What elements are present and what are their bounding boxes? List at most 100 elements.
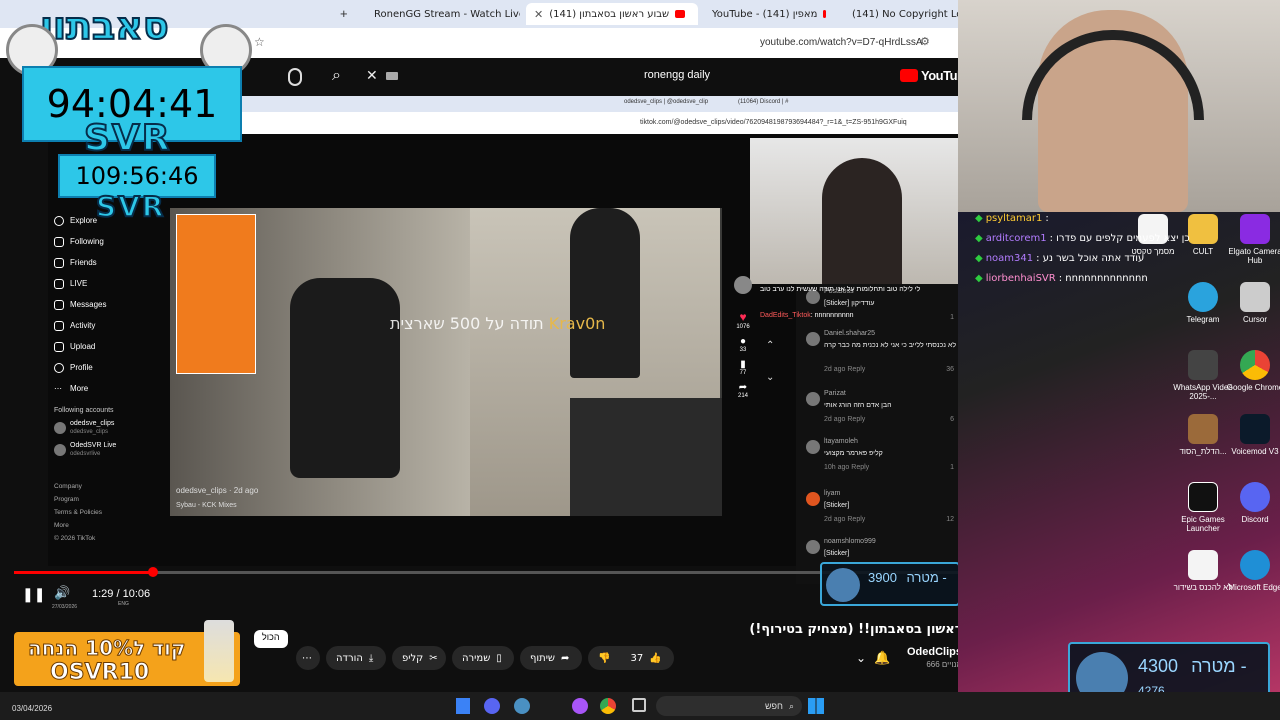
- tiktok-nav-upload[interactable]: Upload: [54, 336, 164, 357]
- messages-icon: [54, 299, 64, 310]
- desktop-icon-voicemod[interactable]: Voicemod V3: [1224, 414, 1280, 456]
- reply-button[interactable]: Reply: [851, 464, 869, 471]
- mic-icon[interactable]: [288, 68, 302, 86]
- friends-icon: [54, 257, 64, 268]
- svr-label: SVR: [83, 117, 172, 160]
- following-account[interactable]: odedsve_clips odedsve_clips: [54, 420, 164, 436]
- tiktok-action-column: ♥ 1076 ● 33 ▮ 77 ➦ 214: [728, 276, 758, 466]
- chrome-taskbar-icon[interactable]: [600, 698, 616, 714]
- discord-taskbar-icon[interactable]: [484, 698, 500, 714]
- tiktok-nav-friends[interactable]: Friends: [54, 252, 164, 273]
- volume-icon[interactable]: 🔊: [54, 585, 70, 601]
- tiktok-sidebar: Explore Following Friends LIVE Messages …: [54, 210, 164, 545]
- taskview-icon[interactable]: [632, 698, 646, 712]
- browser-tab-active[interactable]: ✕ שבוע ראשון בסאבתון (141): [526, 3, 698, 25]
- save-button[interactable]: שמירה ▯: [452, 646, 514, 670]
- channel-name[interactable]: OdedClips: [900, 646, 962, 658]
- tiktok-nav-following[interactable]: Following: [54, 231, 164, 252]
- tiktok-nav-live[interactable]: LIVE: [54, 273, 164, 294]
- avatar: [54, 422, 66, 434]
- like-icon[interactable]: ♥: [728, 310, 758, 324]
- share-icon[interactable]: ➦: [728, 382, 758, 393]
- desktop-icon-chrome[interactable]: Google Chrome: [1224, 350, 1280, 392]
- like-button[interactable]: 👎 37 👍: [588, 646, 674, 670]
- inner-chat-message: DadEdits_Tiktok: nnnnnnnnnn: [760, 312, 854, 319]
- mod-badge-icon: ◆: [975, 212, 983, 224]
- avatar: [806, 392, 820, 406]
- reply-button[interactable]: Reply: [847, 516, 865, 523]
- windows-start-icon[interactable]: [808, 698, 824, 714]
- clear-search-icon[interactable]: ✕: [366, 67, 378, 84]
- progress-played: [14, 571, 153, 574]
- dislike-icon[interactable]: 👎: [598, 653, 610, 664]
- steam-taskbar-icon[interactable]: [514, 698, 530, 714]
- mod-badge-icon: ◆: [975, 252, 983, 264]
- telegram-icon: [1188, 282, 1218, 312]
- bookmark-icon[interactable]: ▮: [728, 359, 758, 370]
- tiktok-nav-more[interactable]: ⋯ More: [54, 378, 164, 399]
- chevron-down-icon[interactable]: ⌄: [856, 651, 866, 665]
- goal-avatar: [826, 568, 860, 602]
- comment-item: Parizat הבן אדם הזה הורג אותי 2d ago Rep…: [796, 390, 968, 434]
- url-text[interactable]: youtube.com/watch?v=D7-qHrdLssA: [760, 37, 923, 48]
- reply-button[interactable]: Reply: [847, 416, 865, 423]
- like-icon: 👍: [649, 652, 662, 664]
- discord-icon: [1240, 482, 1270, 512]
- inner-lang: ENG: [118, 601, 129, 607]
- inner-webcam: [750, 138, 958, 284]
- scroll-up-icon[interactable]: ⌃: [766, 340, 774, 351]
- following-accounts-title: Following accounts: [54, 407, 114, 414]
- files-taskbar-icon[interactable]: [456, 698, 470, 714]
- person-shape: [570, 208, 640, 378]
- creator-avatar[interactable]: [734, 276, 752, 294]
- tiktok-nav-profile[interactable]: Profile: [54, 357, 164, 378]
- taskbar-search[interactable]: חפש ⌕: [656, 696, 802, 716]
- desktop-icon-edge[interactable]: Microsoft Edge: [1224, 550, 1280, 592]
- desktop-icon-cursor[interactable]: Cursor: [1224, 282, 1280, 324]
- browser-tab[interactable]: YouTube - מאפין (141): [704, 3, 834, 25]
- more-actions-button[interactable]: ⋯: [296, 646, 320, 670]
- image-file-icon: [1188, 414, 1218, 444]
- clip-button[interactable]: קליפ ✂: [392, 646, 446, 670]
- download-button[interactable]: הורדה ⤓: [326, 646, 386, 670]
- comment-item: liyam [Sticker] 2d ago Reply 12: [796, 490, 968, 534]
- avatar: [806, 440, 820, 454]
- promo-banner: קוד ל10% הנחה OSVR10: [14, 620, 240, 686]
- avatar: [54, 444, 66, 456]
- bookmark-icon: ▯: [496, 652, 502, 664]
- share-icon: ➦: [561, 652, 570, 664]
- progress-scrubber[interactable]: [148, 567, 158, 577]
- comment-item: Daniel.shahar25 אחי כולה היום לא נכנסתי …: [796, 330, 968, 374]
- share-button[interactable]: שיתוף ➦: [520, 646, 582, 670]
- chat-message: ◆ noam341: עודד אתה אוכל בשר נע: [975, 252, 1145, 264]
- obs-taskbar-icon[interactable]: [572, 698, 588, 714]
- close-tab-icon[interactable]: ✕: [534, 8, 543, 21]
- following-account[interactable]: OdedSVR Live odedsvrlive: [54, 442, 164, 458]
- mod-badge-icon: ◆: [975, 232, 983, 244]
- browser-tab[interactable]: (141) No Copyright Lo-Fi Mu: [838, 3, 958, 25]
- chip-all[interactable]: הכול: [254, 630, 288, 648]
- tiktok-nav-activity[interactable]: Activity: [54, 315, 164, 336]
- search-icon[interactable]: ⌕: [332, 67, 341, 85]
- scroll-down-icon[interactable]: ⌄: [766, 372, 774, 383]
- search-input[interactable]: ronengg daily: [644, 69, 710, 81]
- tune-icon[interactable]: ⚙: [920, 35, 930, 48]
- tiktok-video[interactable]: תודה על 500 שארצית Krav0n odedsve_clips …: [170, 208, 722, 516]
- tiktok-nav-messages[interactable]: Messages: [54, 294, 164, 315]
- more-dots-icon: ⋯: [54, 383, 62, 393]
- youtube-favicon-icon: [823, 10, 826, 18]
- voicemod-icon: [1240, 414, 1270, 444]
- download-icon: ⤓: [368, 652, 374, 664]
- pause-icon[interactable]: ❚❚: [22, 586, 45, 603]
- desktop-icon-elgato[interactable]: Elgato Camera Hub: [1224, 214, 1280, 265]
- taskbar-date: 03/04/2026: [12, 704, 53, 713]
- bookmark-star-icon[interactable]: ☆: [254, 35, 265, 49]
- new-tab-button[interactable]: +: [340, 6, 348, 21]
- keyboard-icon[interactable]: [386, 72, 398, 80]
- comment-icon[interactable]: ●: [728, 336, 758, 347]
- desk-shape: [570, 398, 722, 516]
- bell-icon[interactable]: 🔔: [874, 650, 890, 666]
- reply-button[interactable]: Reply: [847, 366, 865, 373]
- desktop-icon-discord[interactable]: Discord: [1224, 482, 1280, 524]
- browser-tab[interactable]: RonenGG Stream - Watch Live: [360, 3, 520, 25]
